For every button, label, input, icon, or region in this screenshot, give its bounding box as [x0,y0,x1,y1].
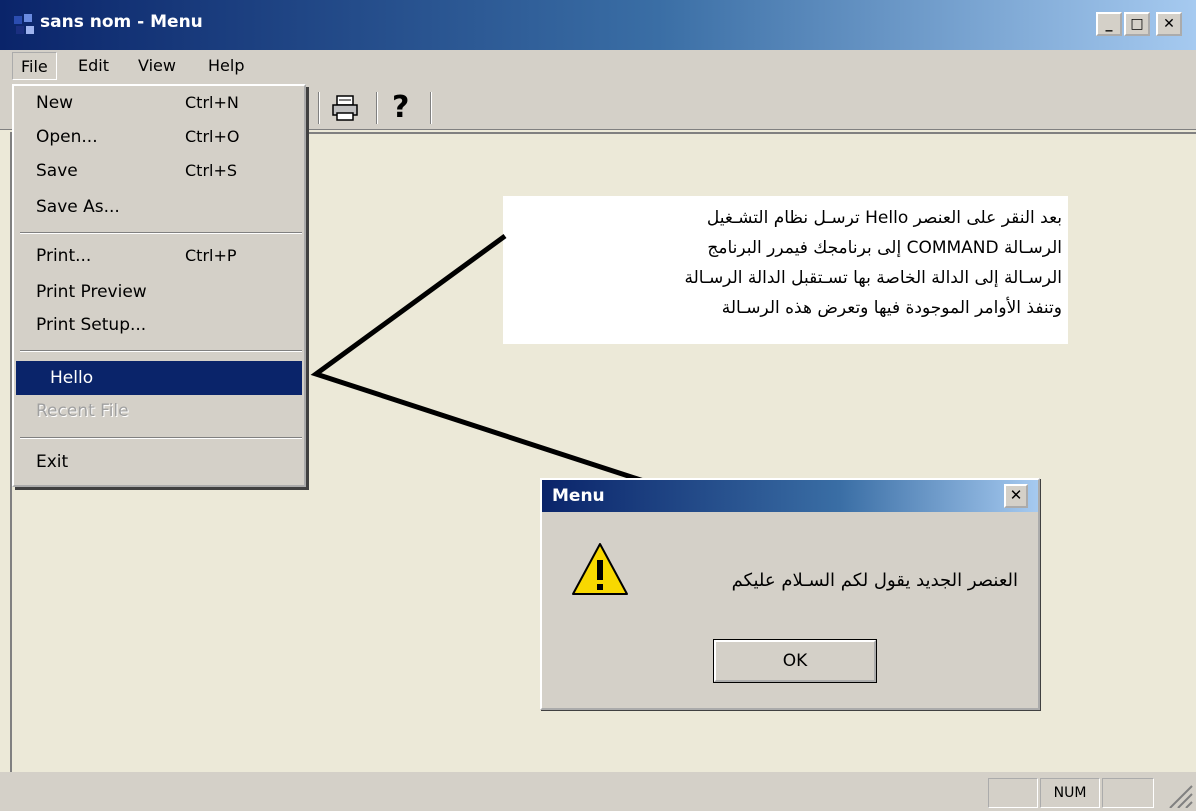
menu-edit[interactable]: Edit [70,52,117,80]
message-box-title-bar [542,480,1038,512]
status-pane [988,778,1038,808]
annotation-line: وتنفذ الأوامر الموجودة فيها وتعرض هذه ال… [721,298,1062,318]
menu-item-exit[interactable]: Exit [36,447,68,477]
toolbar-separator [318,92,320,124]
print-icon[interactable] [330,93,360,123]
warning-icon [572,543,628,595]
menu-item-new[interactable]: New [36,88,73,118]
maximize-button[interactable]: □ [1124,12,1150,36]
menu-file[interactable]: File [12,52,57,80]
shortcut-print: Ctrl+P [185,246,237,265]
menu-item-open[interactable]: Open... [36,122,98,152]
menu-item-hello[interactable]: Hello [16,361,302,395]
close-button[interactable]: ✕ [1156,12,1182,36]
shortcut-open: Ctrl+O [185,127,240,146]
annotation-box: بعد النقر على العنصر Hello ترسـل نظام ال… [503,196,1068,344]
annotation-line: بعد النقر على العنصر Hello ترسـل نظام ال… [706,208,1062,228]
annotation-line: الرسـالة COMMAND إلى برنامجك فيمرر البرن… [707,238,1062,258]
menu-item-save-as[interactable]: Save As... [36,192,120,222]
window-title: sans nom - Menu [40,12,203,32]
ok-button[interactable]: OK [713,639,877,683]
menu-separator [20,437,302,439]
menu-item-recent-file: Recent File [36,401,129,421]
message-text: العنصر الجديد يقول لكم السـلام عليكم [731,570,1018,591]
minimize-button[interactable]: _ [1096,12,1122,36]
toolbar-separator [376,92,378,124]
menu-help[interactable]: Help [200,52,252,80]
annotation-line: الرسـالة إلى الدالة الخاصة بها تسـتقبل ا… [684,268,1062,288]
message-box-title: Menu [552,486,605,506]
message-box-close-button[interactable]: ✕ [1004,484,1028,508]
resize-grip-icon[interactable] [1156,778,1194,808]
shortcut-save: Ctrl+S [185,161,238,180]
menu-separator [20,350,302,352]
menu-separator [20,232,302,234]
app-icon [14,14,34,34]
menu-item-print-preview[interactable]: Print Preview [36,277,147,307]
menu-item-save[interactable]: Save [36,156,78,186]
shortcut-new: Ctrl+N [185,93,239,112]
help-icon[interactable]: ? [392,90,409,125]
status-num: NUM [1040,778,1100,808]
menu-view[interactable]: View [130,52,184,80]
toolbar-separator [430,92,432,124]
menu-item-print-setup[interactable]: Print Setup... [36,310,146,340]
menu-item-print[interactable]: Print... [36,241,91,271]
status-pane [1102,778,1154,808]
message-box: Menu ✕ العنصر الجديد يقول لكم السـلام عل… [540,478,1040,710]
